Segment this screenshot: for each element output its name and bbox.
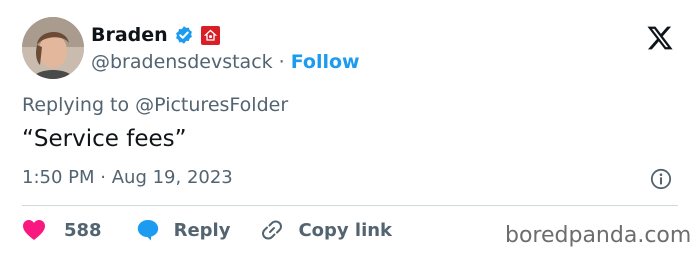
- author-handle-row: @bradensdevstack · Follow: [91, 49, 360, 75]
- watermark: boredpanda.com: [505, 223, 692, 248]
- affiliation-logo-icon: [203, 29, 217, 41]
- divider: [22, 205, 678, 206]
- replying-to-handle[interactable]: @PicturesFolder: [135, 94, 288, 116]
- reply-bubble-icon: [137, 220, 158, 241]
- tweet-text: “Service fees”: [22, 126, 187, 152]
- action-bar: 588 Reply Copy link: [22, 216, 392, 244]
- avatar[interactable]: [22, 17, 84, 79]
- copy-link-button[interactable]: Copy link: [260, 216, 392, 244]
- affiliation-badge-icon[interactable]: [200, 25, 220, 45]
- timestamp-separator: ·: [100, 167, 106, 188]
- author-handle[interactable]: @bradensdevstack: [91, 51, 273, 73]
- author-name-row: Braden: [91, 22, 220, 48]
- link-icon: [262, 220, 283, 240]
- heart-icon: [23, 220, 45, 240]
- tweet-timestamp[interactable]: 1:50 PM · Aug 19, 2023: [22, 167, 233, 188]
- copy-link-label: Copy link: [298, 219, 393, 241]
- reply-button[interactable]: Reply: [136, 216, 231, 244]
- x-logo-icon[interactable]: [645, 24, 675, 52]
- like-count: 588: [64, 219, 102, 241]
- info-icon[interactable]: [650, 168, 672, 190]
- like-button[interactable]: 588: [22, 216, 102, 244]
- author-name[interactable]: Braden: [91, 24, 168, 46]
- tweet-date: Aug 19, 2023: [111, 167, 233, 188]
- replying-to-line: Replying to @PicturesFolder: [22, 94, 288, 116]
- tweet-time: 1:50 PM: [22, 167, 95, 188]
- avatar-photo: [22, 17, 84, 79]
- reply-label: Reply: [173, 219, 231, 241]
- handle-separator: ·: [278, 51, 285, 73]
- replying-prefix: Replying to: [22, 94, 130, 116]
- follow-button[interactable]: Follow: [291, 51, 360, 73]
- verified-badge-icon[interactable]: [174, 25, 194, 45]
